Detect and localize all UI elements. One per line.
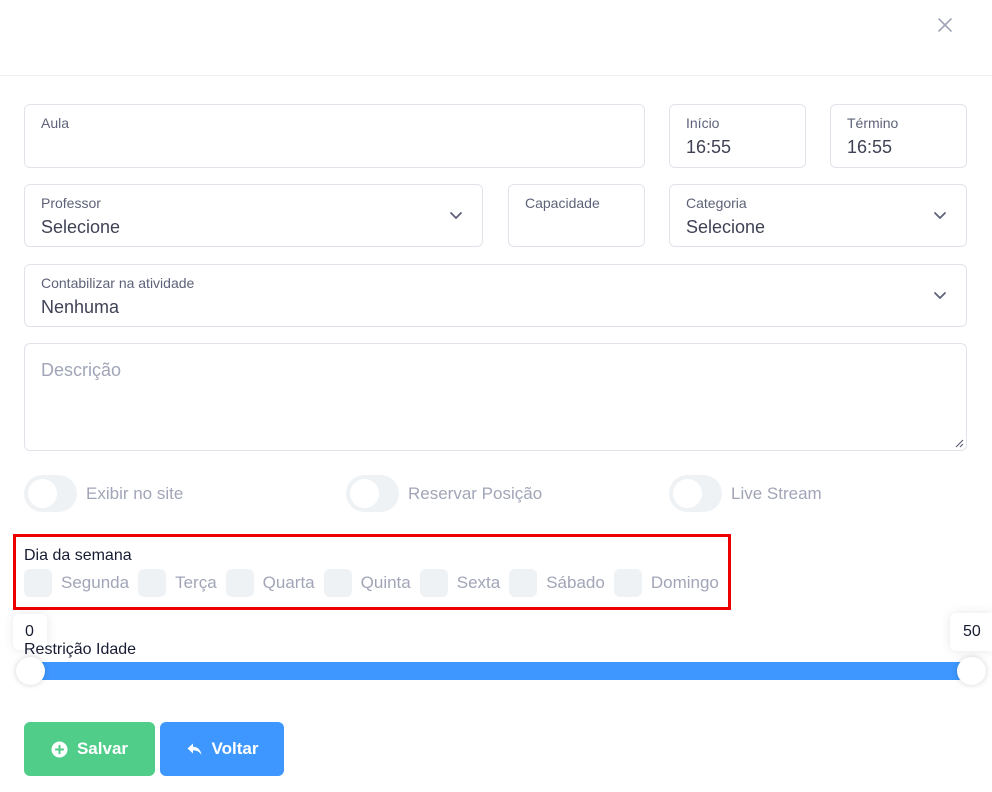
atividade-select[interactable]: Contabilizar na atividade Nenhuma [24,264,967,327]
termino-value: 16:55 [847,137,893,157]
toggle-exibir-no-site[interactable]: Exibir no site [24,475,183,512]
weekday-title: Dia da semana [24,547,132,564]
checkbox[interactable] [24,569,52,597]
capacidade-label: Capacidade [525,195,600,211]
toggle-label: Reservar Posição [408,483,543,503]
day-sexta[interactable]: Sexta [419,569,501,597]
inicio-field[interactable]: Início 16:55 [669,104,806,168]
categoria-value: Selecione [686,217,766,237]
professor-value: Selecione [41,217,121,237]
chevron-down-icon [932,207,948,223]
day-label: Sexta [456,573,501,592]
plus-circle-icon [51,741,68,758]
day-label: Domingo [650,573,719,592]
save-label: Salvar [76,739,129,758]
checkbox[interactable] [419,569,448,597]
toggle-track[interactable] [669,475,722,512]
day-sabado[interactable]: Sábado [509,569,605,597]
age-max-value: 50 [950,613,992,651]
termino-label: Término [847,115,899,131]
chevron-down-icon [448,207,464,223]
day-label: Quarta [262,573,315,592]
capacidade-field[interactable]: Capacidade [508,184,645,247]
day-terca[interactable]: Terça [138,569,217,597]
age-range-slider[interactable] [30,662,972,680]
checkbox[interactable] [613,569,642,597]
weekday-checkbox-group: Segunda Terça Quarta Quinta Sexta Sábado… [24,569,728,597]
descricao-textarea[interactable]: Descrição [24,343,967,451]
aula-field[interactable]: Aula [24,104,645,168]
back-label: Voltar [211,739,259,758]
day-segunda[interactable]: Segunda [24,569,129,597]
professor-label: Professor [41,195,101,211]
age-restriction-title: Restrição Idade [24,641,137,658]
save-button[interactable]: Salvar [24,722,155,776]
inicio-label: Início [686,115,720,131]
termino-field[interactable]: Término 16:55 [830,104,967,168]
atividade-value: Nenhuma [41,297,120,317]
toggle-reservar-posicao[interactable]: Reservar Posição [346,475,542,512]
day-quinta[interactable]: Quinta [323,569,411,597]
checkbox[interactable] [509,569,538,597]
close-icon[interactable] [932,12,958,38]
toggle-label: Live Stream [731,483,822,503]
day-domingo[interactable]: Domingo [613,569,719,597]
day-quarta[interactable]: Quarta [225,569,315,597]
professor-select[interactable]: Professor Selecione [24,184,483,247]
day-label: Quinta [360,573,411,592]
slider-min-handle[interactable] [16,657,45,685]
chevron-down-icon [932,287,948,303]
inicio-value: 16:55 [686,137,732,157]
modal-header [0,0,992,76]
categoria-label: Categoria [686,195,747,211]
toggle-track[interactable] [24,475,77,512]
toggle-label: Exibir no site [86,483,184,503]
atividade-label: Contabilizar na atividade [41,275,195,291]
day-label: Segunda [61,573,130,592]
descricao-placeholder: Descrição [41,360,122,380]
checkbox[interactable] [323,569,352,597]
slider-max-handle[interactable] [957,657,986,685]
resize-grip-icon[interactable] [954,438,964,448]
day-label: Terça [175,573,217,592]
aula-label: Aula [41,115,70,131]
back-button[interactable]: Voltar [160,722,284,776]
day-label: Sábado [546,573,605,592]
toggle-track[interactable] [346,475,399,512]
checkbox[interactable] [138,569,167,597]
reply-arrow-icon [186,741,203,758]
checkbox[interactable] [225,569,254,597]
toggle-live-stream[interactable]: Live Stream [669,475,822,512]
categoria-select[interactable]: Categoria Selecione [669,184,967,247]
